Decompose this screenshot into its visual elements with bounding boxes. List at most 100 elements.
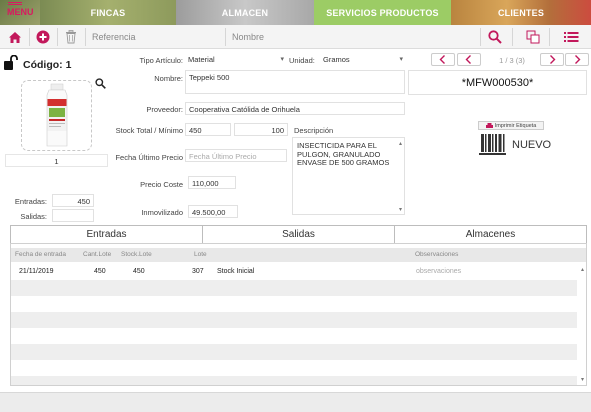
first-record-button[interactable] — [431, 53, 455, 66]
trash-icon — [66, 30, 76, 44]
detail-tabs: Entradas Salidas Almacenes — [10, 225, 587, 243]
empty-row — [11, 344, 577, 360]
referencia-search-input[interactable] — [88, 27, 223, 47]
status-bar — [0, 392, 591, 412]
last-record-button[interactable] — [565, 53, 589, 66]
entradas-grid: Fecha de entrada Cant.Lote Stock.Lote Lo… — [10, 243, 587, 386]
column-header-observaciones[interactable]: Observaciones — [415, 251, 458, 258]
tab-almacenes[interactable]: Almacenes — [395, 226, 586, 243]
entradas-field[interactable]: 450 — [52, 194, 94, 207]
precio-coste-field[interactable]: 110,000 — [188, 176, 236, 189]
inmovilizado-field[interactable]: 49.500,00 — [188, 205, 238, 218]
top-navigation: MENU FINCAS ALMACEN SERVICIOS PRODUCTOS … — [0, 0, 591, 25]
stock-total-minimo-label: Stock Total / Mínimo — [115, 126, 183, 135]
tab-salidas[interactable]: Salidas — [203, 226, 395, 243]
fecha-ultimo-precio-label: Fecha Último Precio — [115, 153, 183, 162]
previous-record-button[interactable] — [457, 53, 481, 66]
descripcion-text: INSECTICIDA PARA EL PULGON, GRANULADO EN… — [297, 141, 390, 168]
nav-tab-fincas[interactable]: FINCAS — [40, 0, 176, 25]
proveedor-label: Proveedor: — [146, 105, 183, 114]
tipo-articulo-select[interactable]: Material ▾ — [185, 53, 286, 66]
home-icon — [9, 31, 21, 43]
barcode-icon — [479, 134, 506, 155]
nav-tab-servicios-productos[interactable]: SERVICIOS PRODUCTOS — [314, 0, 451, 25]
column-header-lote[interactable]: Lote — [194, 251, 207, 258]
inmovilizado-label: Inmovilizado — [141, 208, 183, 217]
nombre-search-input[interactable] — [228, 27, 478, 47]
printer-icon — [485, 122, 493, 128]
proveedor-field[interactable]: Cooperativa Católida de Orihuela — [185, 102, 405, 115]
cell-lote: 307 — [192, 268, 204, 275]
column-header-fecha[interactable]: Fecha de entrada — [15, 251, 66, 258]
cell-cant-lote: 450 — [94, 268, 106, 275]
entradas-label: Entradas: — [14, 197, 47, 206]
nombre-label: Nombre: — [154, 74, 183, 83]
descripcion-label: Descripción — [294, 126, 334, 135]
nav-tab-label: CLIENTES — [497, 7, 545, 18]
toolbar — [0, 25, 591, 49]
magnifier-icon — [95, 78, 106, 89]
new-barcode-button[interactable]: NUEVO — [479, 134, 551, 158]
duplicate-button[interactable] — [519, 25, 547, 49]
plus-circle-icon — [36, 30, 50, 44]
tab-label: Salidas — [282, 229, 315, 240]
column-header-cant-lote[interactable]: Cant.Lote — [83, 251, 111, 258]
nav-tab-almacen[interactable]: ALMACEN — [176, 0, 314, 25]
nombre-field[interactable]: Teppeki 500 — [185, 70, 405, 94]
add-button[interactable] — [29, 25, 57, 49]
list-menu-button[interactable] — [557, 25, 585, 49]
empty-row — [11, 328, 577, 344]
cell-observaciones[interactable]: observaciones — [416, 268, 461, 275]
chevron-right-icon — [550, 55, 556, 64]
fecha-ultimo-precio-field[interactable]: Fecha Último Precio — [185, 149, 287, 162]
precio-coste-label: Precio Coste — [140, 180, 183, 189]
tab-label: Entradas — [86, 229, 127, 240]
next-record-button[interactable] — [540, 53, 564, 66]
product-image-frame[interactable] — [21, 80, 92, 151]
unidad-value: Gramos — [323, 55, 350, 64]
menu-button[interactable]: MENU — [0, 0, 40, 25]
scroll-up-icon[interactable]: ▴ — [399, 140, 402, 147]
cell-fecha: 21/11/2019 — [19, 268, 54, 275]
nav-tab-label: FINCAS — [90, 7, 126, 18]
tipo-articulo-label: Tipo Artículo: — [139, 56, 184, 65]
unidad-select[interactable]: Gramos ▾ — [320, 53, 405, 66]
copy-icon — [526, 30, 540, 44]
salidas-field[interactable] — [52, 209, 94, 222]
table-row[interactable]: 21/11/2019 450 450 307 Stock Inicial obs… — [11, 264, 577, 280]
search-icon — [488, 30, 502, 44]
product-bottle-image — [46, 83, 68, 147]
zoom-image-button[interactable] — [95, 78, 106, 91]
tipo-articulo-value: Material — [188, 55, 215, 64]
home-button[interactable] — [1, 25, 29, 49]
menu-label: MENU — [7, 7, 34, 17]
search-button[interactable] — [481, 25, 509, 49]
grid-scroll-down-icon[interactable]: ▾ — [581, 376, 584, 383]
salidas-label: Salidas: — [20, 212, 47, 221]
empty-row — [11, 312, 577, 328]
print-label-text: Imprimir Etiqueta — [494, 122, 537, 129]
descripcion-textarea[interactable]: INSECTICIDA PARA EL PULGON, GRANULADO EN… — [292, 137, 405, 215]
print-label-button[interactable]: Imprimir Etiqueta — [478, 121, 544, 130]
stock-minimo-field[interactable]: 100 — [234, 123, 288, 136]
chevron-left-icon — [465, 55, 471, 64]
grid-scroll-up-icon[interactable]: ▴ — [581, 266, 584, 273]
empty-row — [11, 296, 577, 312]
grid-header: Fecha de entrada Cant.Lote Stock.Lote Lo… — [11, 248, 586, 262]
image-caption-field[interactable]: 1 — [5, 154, 108, 167]
delete-button[interactable] — [57, 25, 85, 49]
chevron-down-icon: ▾ — [280, 56, 284, 63]
scroll-down-icon[interactable]: ▾ — [399, 206, 402, 213]
nav-tab-label: ALMACEN — [221, 7, 269, 18]
nav-tab-clientes[interactable]: CLIENTES — [451, 0, 591, 25]
unlock-icon[interactable] — [3, 54, 18, 73]
tab-entradas[interactable]: Entradas — [11, 226, 203, 243]
stock-total-field[interactable]: 450 — [185, 123, 231, 136]
nuevo-label: NUEVO — [512, 139, 552, 151]
empty-row — [11, 376, 577, 385]
cell-origen: Stock Inicial — [217, 268, 255, 275]
empty-row — [11, 280, 577, 296]
list-icon — [563, 32, 578, 42]
column-header-stock-lote[interactable]: Stock.Lote — [121, 251, 152, 258]
chevron-left-icon — [439, 55, 445, 64]
